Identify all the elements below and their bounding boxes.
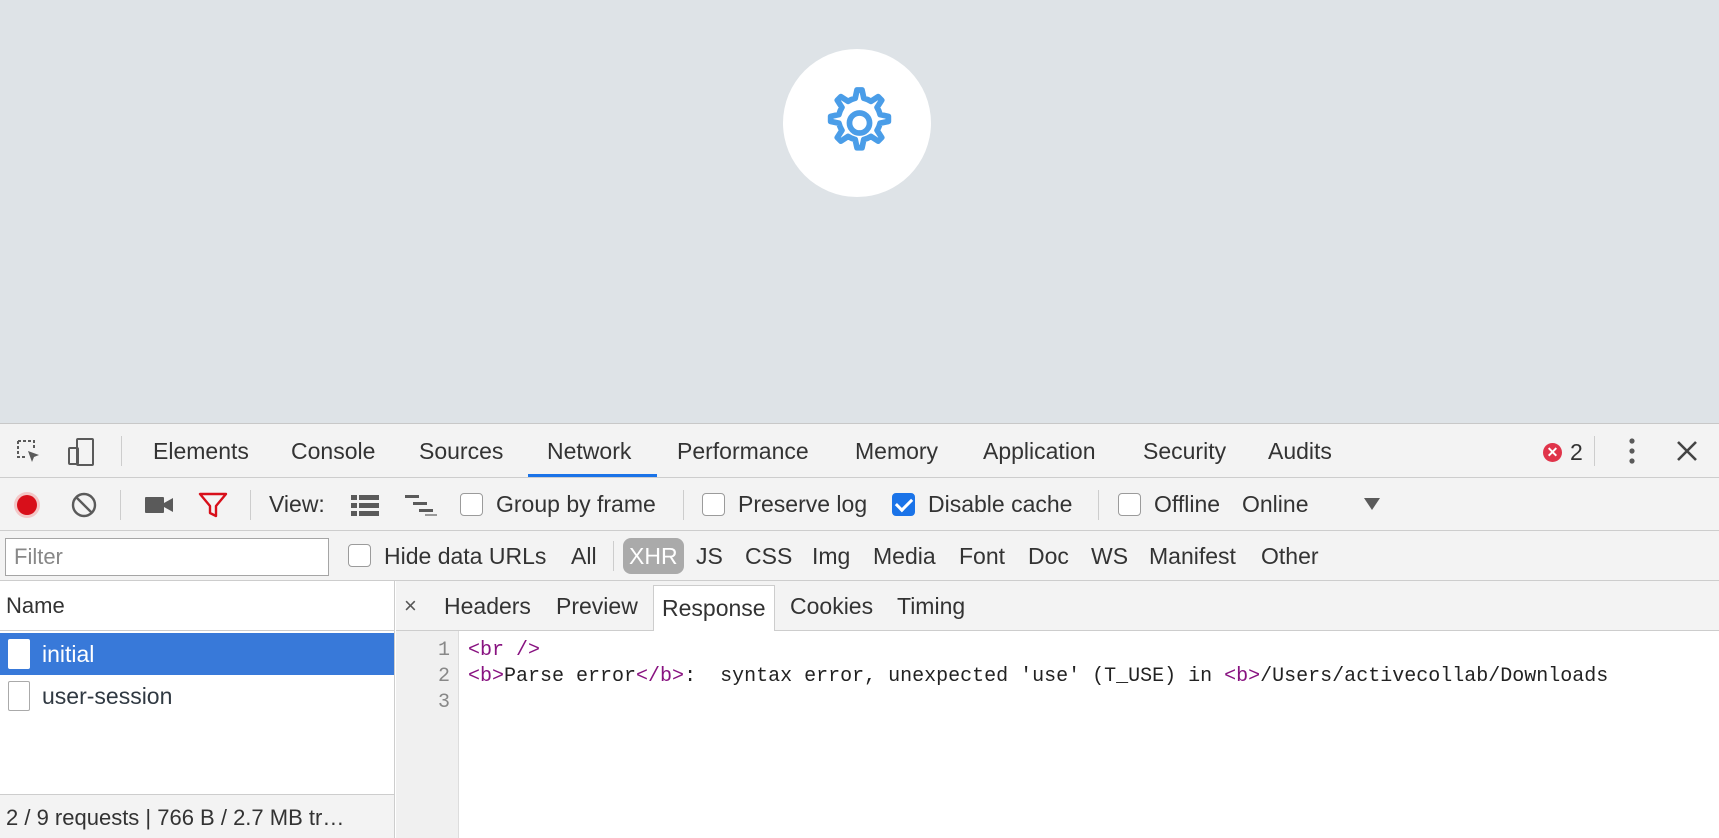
filter-bar: Hide data URLs All XHR JS CSS Img Media …: [0, 531, 1719, 581]
clear-icon[interactable]: [70, 491, 98, 519]
request-row[interactable]: initial: [0, 633, 394, 675]
name-column-header[interactable]: Name: [0, 581, 394, 631]
filter-type-all[interactable]: All: [571, 531, 597, 581]
response-code-viewer[interactable]: 123 <br /> <b>Parse error</b>: syntax err…: [396, 631, 1719, 838]
group-by-frame-checkbox[interactable]: [460, 493, 483, 516]
document-icon: [8, 681, 30, 711]
line-number: 1: [437, 639, 450, 662]
tab-performance[interactable]: Performance: [677, 424, 809, 478]
hide-data-urls-checkbox[interactable]: [348, 544, 371, 567]
close-devtools-icon[interactable]: [1674, 438, 1700, 464]
close-detail-icon[interactable]: ×: [404, 581, 417, 631]
code-line: <br />: [468, 639, 540, 662]
tab-security[interactable]: Security: [1143, 424, 1226, 478]
detail-tabbar: × Headers Preview Response Cookies Timin…: [396, 581, 1719, 631]
code-tag: <b>: [468, 665, 505, 688]
tab-timing[interactable]: Timing: [897, 581, 965, 631]
tab-cookies[interactable]: Cookies: [790, 581, 873, 631]
document-icon: [8, 639, 30, 669]
code-tag: <b>: [1224, 665, 1261, 688]
line-number: 3: [437, 691, 450, 714]
error-count: 2: [1570, 439, 1583, 465]
page-viewport: [0, 0, 1719, 423]
error-icon: ✕: [1543, 443, 1562, 462]
error-count-badge[interactable]: ✕ 2: [1543, 439, 1583, 466]
request-name: initial: [42, 640, 95, 667]
tab-headers[interactable]: Headers: [444, 581, 531, 631]
code-text: : syntax error, unexpected 'use' (T_USE)…: [684, 665, 1225, 688]
line-number: 2: [437, 665, 450, 688]
large-rows-icon[interactable]: [350, 492, 380, 518]
filter-type-other[interactable]: Other: [1261, 531, 1319, 581]
filter-type-xhr[interactable]: XHR: [623, 538, 684, 574]
code-text: /Users/activecollab/Downloads: [1260, 665, 1609, 688]
tab-application[interactable]: Application: [983, 424, 1096, 478]
more-options-icon[interactable]: [1620, 436, 1644, 466]
filter-type-font[interactable]: Font: [959, 531, 1005, 581]
filter-funnel-icon[interactable]: [198, 491, 228, 519]
device-toolbar-icon[interactable]: [66, 436, 98, 468]
code-text: Parse error: [504, 665, 637, 688]
filter-type-manifest[interactable]: Manifest: [1149, 531, 1236, 581]
disable-cache-label[interactable]: Disable cache: [928, 478, 1072, 531]
filter-input[interactable]: [5, 538, 329, 576]
hide-data-urls-label[interactable]: Hide data URLs: [384, 531, 546, 581]
request-row[interactable]: user-session: [0, 675, 394, 717]
active-tab-indicator: [528, 474, 657, 477]
filter-type-css[interactable]: CSS: [745, 531, 792, 581]
network-toolbar: View: Group by frame Preserve log Disabl…: [0, 478, 1719, 531]
view-label: View:: [269, 491, 325, 517]
code-tag: <br />: [468, 639, 541, 662]
record-icon[interactable]: [12, 490, 42, 520]
tab-audits[interactable]: Audits: [1268, 424, 1332, 478]
line-number-gutter: 1 2 3: [396, 631, 459, 838]
offline-checkbox[interactable]: [1118, 493, 1141, 516]
tab-memory[interactable]: Memory: [855, 424, 938, 478]
preserve-log-label[interactable]: Preserve log: [738, 478, 867, 531]
tab-preview[interactable]: Preview: [556, 581, 638, 631]
filter-type-media[interactable]: Media: [873, 531, 936, 581]
tab-elements[interactable]: Elements: [153, 424, 249, 478]
request-list: Name initial user-session 2 / 9 requests…: [0, 581, 395, 838]
devtools-panel: Elements Console Sources Network Perform…: [0, 423, 1719, 838]
preserve-log-checkbox[interactable]: [702, 493, 725, 516]
request-detail-pane: × Headers Preview Response Cookies Timin…: [396, 581, 1719, 838]
dropdown-arrow-icon[interactable]: [1362, 496, 1382, 512]
waterfall-overview-icon[interactable]: [404, 492, 438, 518]
filter-type-js[interactable]: JS: [696, 531, 723, 581]
inspect-element-icon[interactable]: [14, 437, 44, 467]
filter-type-ws[interactable]: WS: [1091, 531, 1128, 581]
code-line: <b>Parse error</b>: syntax error, unexpe…: [468, 665, 1608, 688]
filter-type-img[interactable]: Img: [812, 531, 850, 581]
group-by-frame-label[interactable]: Group by frame: [496, 478, 656, 531]
screenshot-camera-icon[interactable]: [144, 492, 174, 518]
request-name: user-session: [42, 682, 173, 709]
code-tag: </b>: [636, 665, 685, 688]
throttling-select[interactable]: Online: [1242, 478, 1308, 531]
requests-summary: 2 / 9 requests | 766 B / 2.7 MB tr…: [0, 794, 394, 838]
tab-network[interactable]: Network: [547, 424, 631, 478]
tab-response[interactable]: Response: [653, 585, 775, 631]
tab-sources[interactable]: Sources: [419, 424, 503, 478]
tab-console[interactable]: Console: [291, 424, 375, 478]
loading-indicator: [783, 49, 931, 197]
disable-cache-checkbox[interactable]: [892, 493, 915, 516]
filter-type-doc[interactable]: Doc: [1028, 531, 1069, 581]
offline-label[interactable]: Offline: [1154, 478, 1220, 531]
devtools-tabbar: Elements Console Sources Network Perform…: [0, 424, 1719, 478]
gear-icon: [827, 87, 892, 151]
